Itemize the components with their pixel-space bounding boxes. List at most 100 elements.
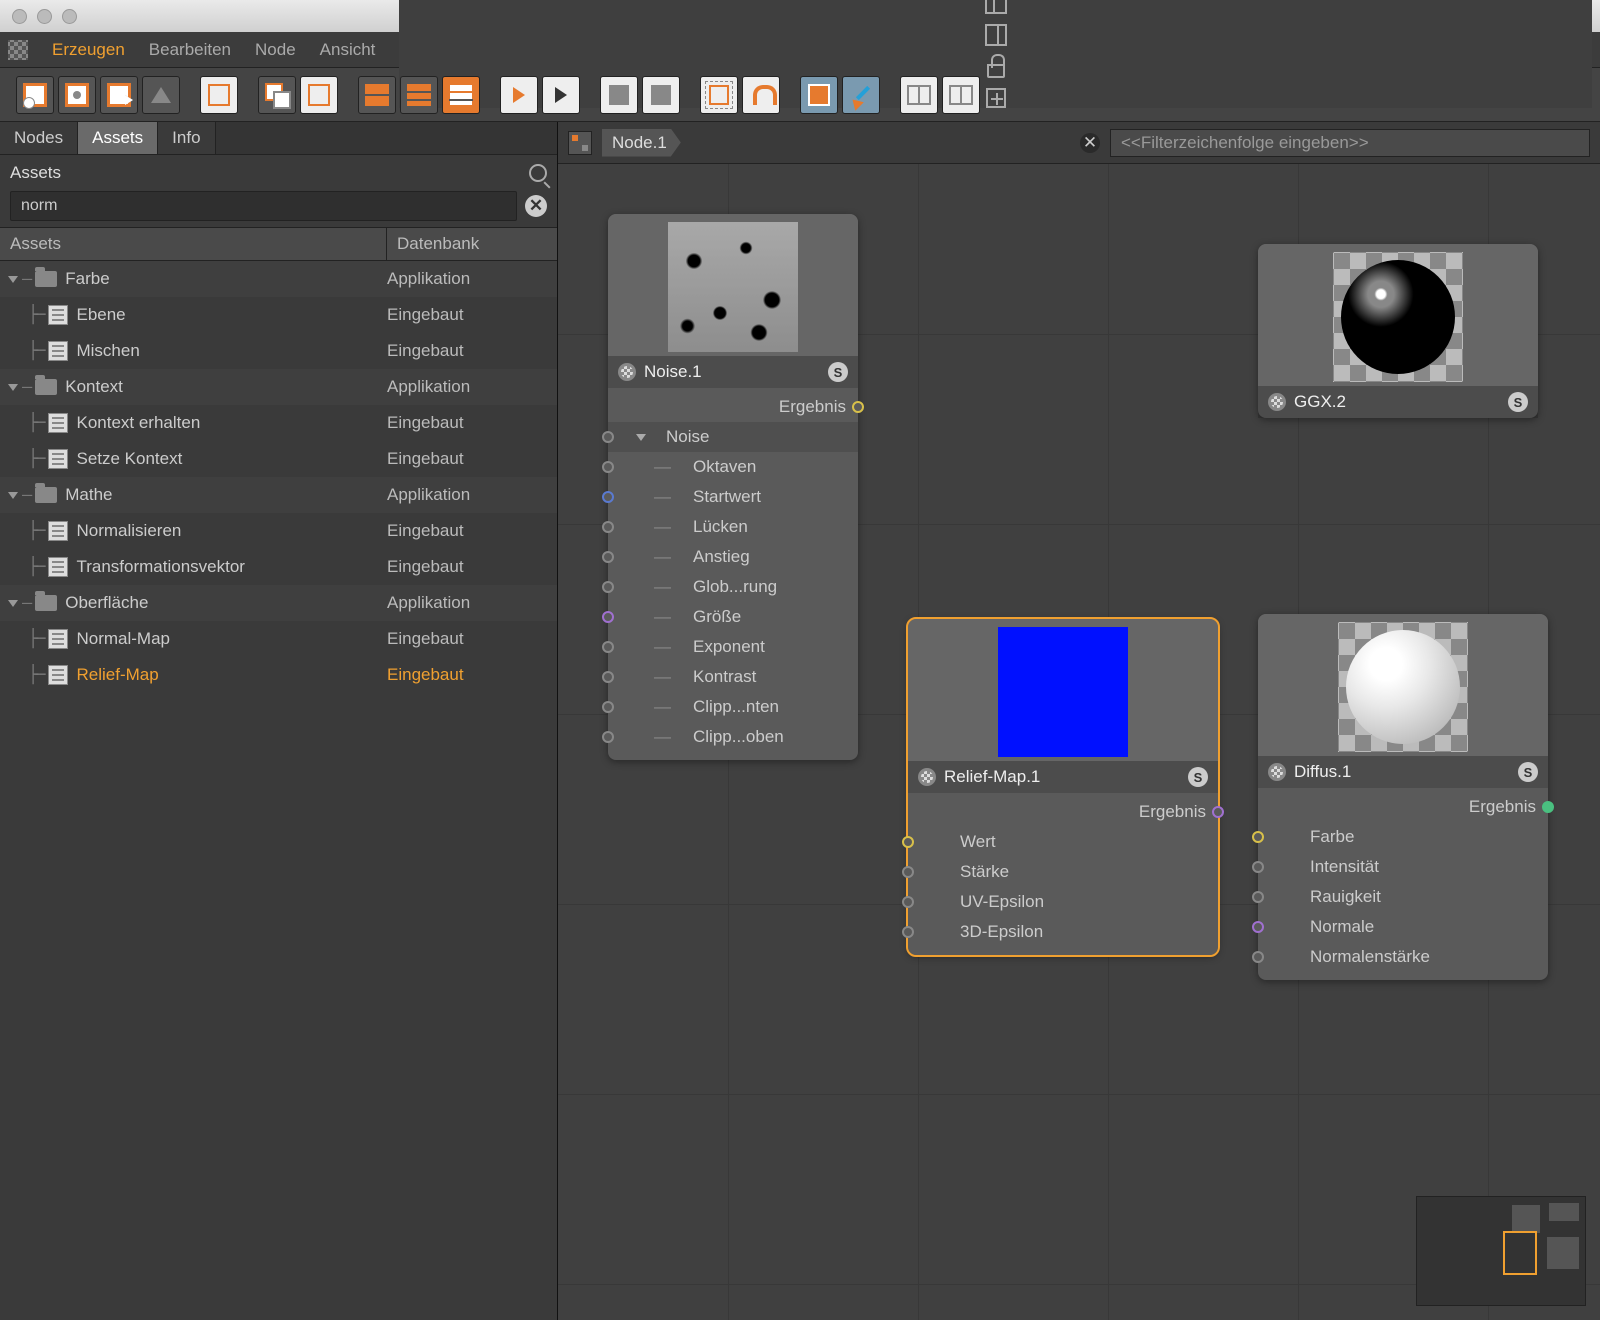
col-assets[interactable]: Assets <box>0 228 387 260</box>
port-in[interactable] <box>602 461 614 473</box>
tool-stack2-icon[interactable] <box>400 76 438 114</box>
port-in[interactable] <box>602 521 614 533</box>
tool-copy-icon[interactable] <box>258 76 296 114</box>
layout-left-icon[interactable] <box>985 0 1007 14</box>
tree-item[interactable]: ├─Setze KontextEingebaut <box>0 441 557 477</box>
node-ggx[interactable]: GGX.2 S <box>1258 244 1538 418</box>
tool-paste-icon[interactable] <box>300 76 338 114</box>
port-in[interactable] <box>1252 861 1264 873</box>
port-in[interactable] <box>602 611 614 623</box>
port-label: Normale <box>1310 917 1374 937</box>
app-grid-icon[interactable] <box>8 40 28 60</box>
tool-node-out-icon[interactable] <box>100 76 138 114</box>
tool-snap-icon[interactable] <box>742 76 780 114</box>
port-label: Clipp...oben <box>693 727 784 747</box>
tool-new-node-icon[interactable] <box>16 76 54 114</box>
tree-category[interactable]: —MatheApplikation <box>0 477 557 513</box>
port-in[interactable] <box>1252 921 1264 933</box>
port-in[interactable] <box>1252 891 1264 903</box>
port-in[interactable] <box>602 731 614 743</box>
asset-icon <box>48 629 68 649</box>
assets-search-input[interactable] <box>10 191 517 221</box>
port-group[interactable] <box>602 431 614 443</box>
tool-node-center-icon[interactable] <box>58 76 96 114</box>
tool-step-icon[interactable] <box>542 76 580 114</box>
tree-item[interactable]: ├─Normal-MapEingebaut <box>0 621 557 657</box>
tool-play-icon[interactable] <box>500 76 538 114</box>
port-label: Glob...rung <box>693 577 777 597</box>
tree-category[interactable]: —KontextApplikation <box>0 369 557 405</box>
port-in[interactable] <box>902 866 914 878</box>
port-out[interactable] <box>1542 801 1554 813</box>
tree-category[interactable]: —FarbeApplikation <box>0 261 557 297</box>
port-in[interactable] <box>902 836 914 848</box>
graph-panel: Node.1 ✕ <<Filterzeichenfolge eingeben>>… <box>558 122 1600 1320</box>
tree-item[interactable]: ├─EbeneEingebaut <box>0 297 557 333</box>
solo-badge[interactable]: S <box>1508 392 1528 412</box>
port-out[interactable] <box>852 401 864 413</box>
tab-assets[interactable]: Assets <box>78 122 158 154</box>
menu-bearbeiten[interactable]: Bearbeiten <box>149 40 231 60</box>
tree-category[interactable]: —OberflächeApplikation <box>0 585 557 621</box>
tool-triangle-icon[interactable] <box>142 76 180 114</box>
graph-navigator[interactable] <box>1416 1196 1586 1306</box>
close-filter-icon[interactable]: ✕ <box>1080 133 1100 153</box>
tab-nodes[interactable]: Nodes <box>0 122 78 154</box>
layout-mid-icon[interactable] <box>985 24 1007 46</box>
solo-badge[interactable]: S <box>828 362 848 382</box>
tab-info[interactable]: Info <box>158 122 215 154</box>
tool-frame-icon[interactable] <box>700 76 738 114</box>
port-in[interactable] <box>602 701 614 713</box>
breadcrumb[interactable]: Node.1 <box>602 129 681 157</box>
node-graph-canvas[interactable]: Noise.1 S Ergebnis Noise —Oktaven—Startw… <box>558 164 1600 1320</box>
tool-flow2-icon[interactable] <box>942 76 980 114</box>
search-icon[interactable] <box>529 164 547 182</box>
port-in[interactable] <box>1252 951 1264 963</box>
port-in[interactable] <box>602 551 614 563</box>
menu-node[interactable]: Node <box>255 40 296 60</box>
asset-icon <box>48 341 68 361</box>
lock-icon[interactable] <box>987 64 1005 78</box>
menu-erzeugen[interactable]: Erzeugen <box>52 40 125 60</box>
tool-import-icon[interactable] <box>200 76 238 114</box>
graph-filter-input[interactable]: <<Filterzeichenfolge eingeben>> <box>1110 129 1590 157</box>
folder-icon <box>35 271 57 287</box>
asset-icon <box>48 557 68 577</box>
col-datenbank[interactable]: Datenbank <box>387 228 557 260</box>
port-in[interactable] <box>602 491 614 503</box>
tree-item[interactable]: ├─Relief-MapEingebaut <box>0 657 557 693</box>
port-in[interactable] <box>902 926 914 938</box>
tree-item[interactable]: ├─MischenEingebaut <box>0 333 557 369</box>
solo-badge[interactable]: S <box>1518 762 1538 782</box>
graph-root-icon[interactable] <box>568 131 592 155</box>
assets-title: Assets <box>10 163 61 183</box>
tool-flow1-icon[interactable] <box>900 76 938 114</box>
assets-tree[interactable]: —FarbeApplikation├─EbeneEingebaut├─Misch… <box>0 261 557 1320</box>
new-panel-icon[interactable] <box>986 88 1006 108</box>
node-diffus[interactable]: Diffus.1 S Ergebnis FarbeIntensitätRauig… <box>1258 614 1548 980</box>
tool-brush-icon[interactable] <box>842 76 880 114</box>
tree-item[interactable]: ├─Kontext erhaltenEingebaut <box>0 405 557 441</box>
asset-icon <box>48 521 68 541</box>
tool-align-v-icon[interactable] <box>642 76 680 114</box>
node-type-icon <box>1268 393 1286 411</box>
port-in[interactable] <box>602 671 614 683</box>
port-in[interactable] <box>1252 831 1264 843</box>
tool-stack3-icon[interactable] <box>442 76 480 114</box>
tree-item[interactable]: ├─NormalisierenEingebaut <box>0 513 557 549</box>
tool-highlight-icon[interactable] <box>800 76 838 114</box>
clear-search-icon[interactable]: ✕ <box>525 195 547 217</box>
tool-align-h-icon[interactable] <box>600 76 638 114</box>
port-out[interactable] <box>1212 806 1224 818</box>
node-relief-map[interactable]: Relief-Map.1 S Ergebnis WertStärkeUV-Eps… <box>908 619 1218 955</box>
port-label: Wert <box>960 832 996 852</box>
port-in[interactable] <box>602 641 614 653</box>
node-noise[interactable]: Noise.1 S Ergebnis Noise —Oktaven—Startw… <box>608 214 858 760</box>
tree-item[interactable]: ├─TransformationsvektorEingebaut <box>0 549 557 585</box>
menu-ansicht[interactable]: Ansicht <box>320 40 376 60</box>
node-type-icon <box>618 363 636 381</box>
port-in[interactable] <box>902 896 914 908</box>
solo-badge[interactable]: S <box>1188 767 1208 787</box>
port-in[interactable] <box>602 581 614 593</box>
tool-stack1-icon[interactable] <box>358 76 396 114</box>
